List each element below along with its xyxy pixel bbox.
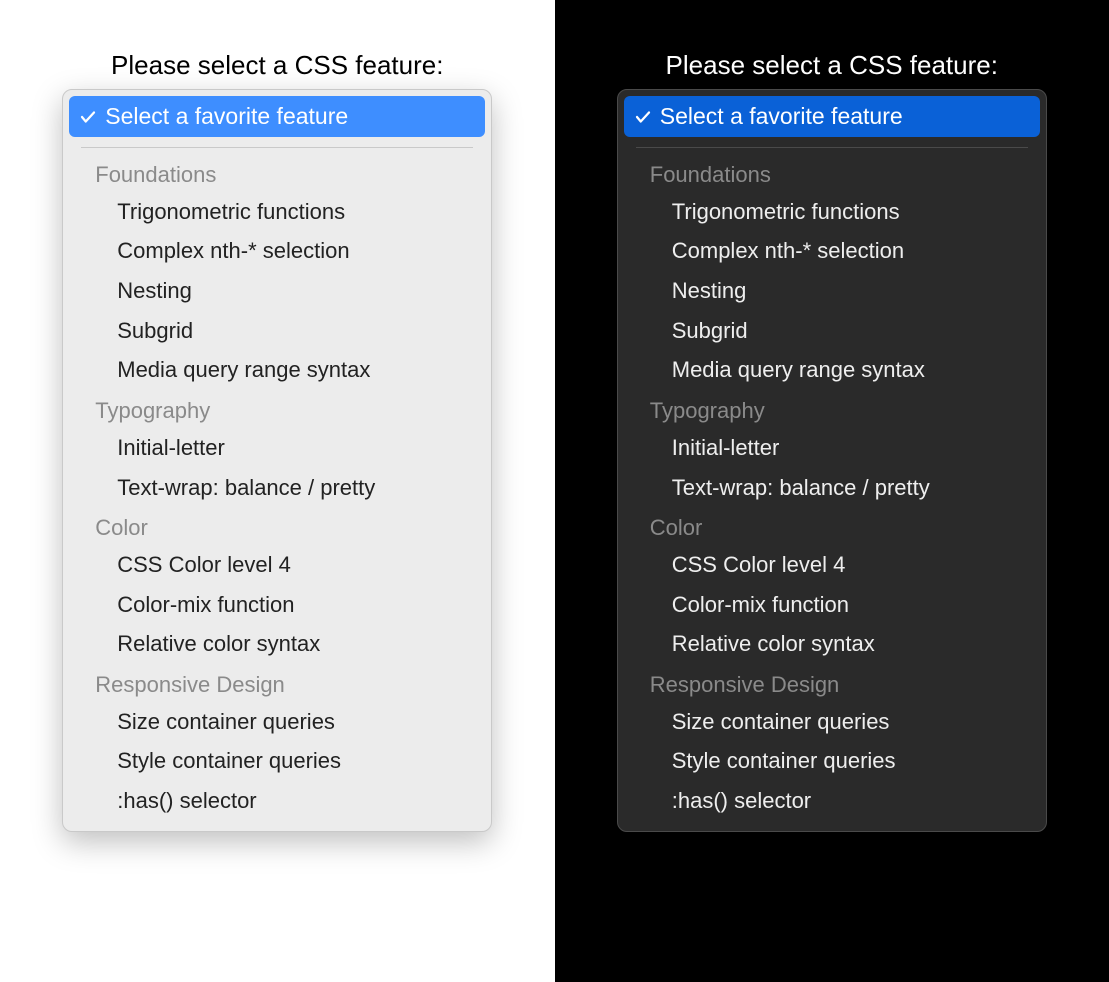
option-item[interactable]: Media query range syntax bbox=[69, 350, 485, 390]
optgroup-label: Typography bbox=[624, 390, 1040, 428]
option-item[interactable]: Nesting bbox=[69, 271, 485, 311]
option-item[interactable]: Color-mix function bbox=[69, 585, 485, 625]
option-item[interactable]: CSS Color level 4 bbox=[624, 545, 1040, 585]
option-item[interactable]: Size container queries bbox=[624, 702, 1040, 742]
options-container: FoundationsTrigonometric functionsComple… bbox=[624, 154, 1040, 821]
option-item[interactable]: Relative color syntax bbox=[624, 624, 1040, 664]
option-item[interactable]: Trigonometric functions bbox=[69, 192, 485, 232]
option-item[interactable]: :has() selector bbox=[69, 781, 485, 821]
option-item[interactable]: :has() selector bbox=[624, 781, 1040, 821]
optgroup-label: Color bbox=[69, 507, 485, 545]
option-item[interactable]: Complex nth-* selection bbox=[69, 231, 485, 271]
optgroup-label: Foundations bbox=[624, 154, 1040, 192]
option-item[interactable]: Subgrid bbox=[624, 311, 1040, 351]
option-item[interactable]: Relative color syntax bbox=[69, 624, 485, 664]
select-popup[interactable]: Select a favorite feature FoundationsTri… bbox=[617, 89, 1047, 832]
option-item[interactable]: Nesting bbox=[624, 271, 1040, 311]
option-item[interactable]: Style container queries bbox=[624, 741, 1040, 781]
prompt-label: Please select a CSS feature: bbox=[666, 50, 998, 81]
optgroup-label: Color bbox=[624, 507, 1040, 545]
option-item[interactable]: Text-wrap: balance / pretty bbox=[69, 468, 485, 508]
option-item[interactable]: Trigonometric functions bbox=[624, 192, 1040, 232]
selected-option-label: Select a favorite feature bbox=[660, 101, 903, 132]
prompt-label: Please select a CSS feature: bbox=[111, 50, 443, 81]
selected-option-label: Select a favorite feature bbox=[105, 101, 348, 132]
divider bbox=[81, 147, 473, 148]
option-item[interactable]: Media query range syntax bbox=[624, 350, 1040, 390]
optgroup-label: Responsive Design bbox=[69, 664, 485, 702]
dark-mode-pane: Please select a CSS feature: Select a fa… bbox=[555, 0, 1109, 982]
option-item[interactable]: Initial-letter bbox=[624, 428, 1040, 468]
optgroup-label: Foundations bbox=[69, 154, 485, 192]
check-icon bbox=[79, 108, 97, 126]
select-popup[interactable]: Select a favorite feature FoundationsTri… bbox=[62, 89, 492, 832]
selected-option-row[interactable]: Select a favorite feature bbox=[624, 96, 1040, 137]
selected-option-row[interactable]: Select a favorite feature bbox=[69, 96, 485, 137]
optgroup-label: Responsive Design bbox=[624, 664, 1040, 702]
option-item[interactable]: Text-wrap: balance / pretty bbox=[624, 468, 1040, 508]
optgroup-label: Typography bbox=[69, 390, 485, 428]
option-item[interactable]: Color-mix function bbox=[624, 585, 1040, 625]
check-icon bbox=[634, 108, 652, 126]
option-item[interactable]: Initial-letter bbox=[69, 428, 485, 468]
divider bbox=[636, 147, 1028, 148]
option-item[interactable]: Complex nth-* selection bbox=[624, 231, 1040, 271]
option-item[interactable]: CSS Color level 4 bbox=[69, 545, 485, 585]
options-container: FoundationsTrigonometric functionsComple… bbox=[69, 154, 485, 821]
option-item[interactable]: Size container queries bbox=[69, 702, 485, 742]
option-item[interactable]: Subgrid bbox=[69, 311, 485, 351]
light-mode-pane: Please select a CSS feature: Select a fa… bbox=[0, 0, 555, 982]
option-item[interactable]: Style container queries bbox=[69, 741, 485, 781]
